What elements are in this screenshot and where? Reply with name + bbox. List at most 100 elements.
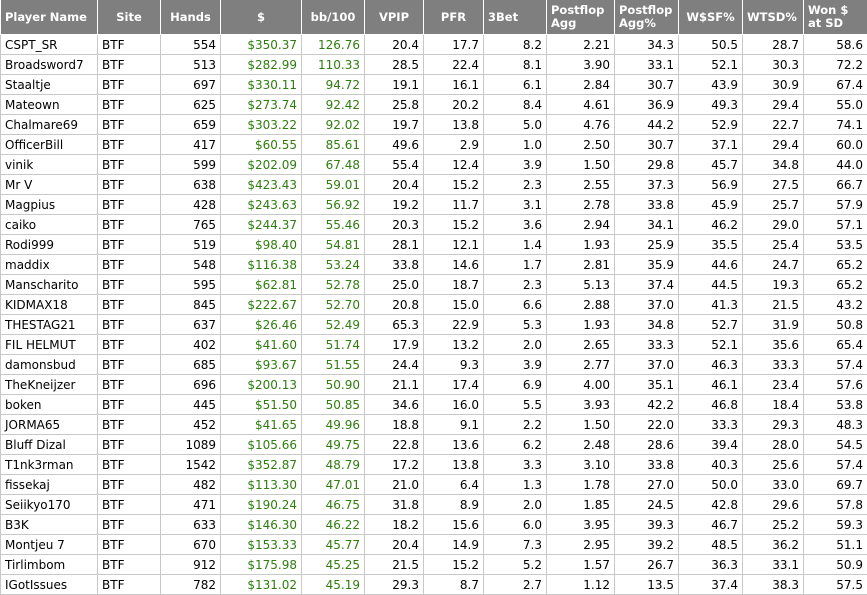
column-header-player[interactable]: Player Name <box>0 0 98 35</box>
column-header-dollars[interactable]: $ <box>220 0 302 35</box>
cell-pf_agg: 2.81 <box>546 254 615 275</box>
cell-wtsd: 35.6 <box>742 334 804 355</box>
column-header-vpip[interactable]: VPIP <box>364 0 424 35</box>
cell-pf_agg: 1.12 <box>546 574 615 595</box>
cell-wsf: 46.7 <box>678 514 743 535</box>
table-row[interactable]: Manscharito BTF 595 $62.81 52.78 25.0 18.7 2.3 5… <box>0 274 867 295</box>
cell-threebet: 1.4 <box>483 234 547 255</box>
cell-pf_aggpct: 24.5 <box>614 494 679 515</box>
table-row[interactable]: KIDMAX18 BTF 845 $222.67 52.70 20.8 15.0 6.6 2.8… <box>0 294 867 315</box>
cell-pf_agg: 2.84 <box>546 74 615 95</box>
table-row[interactable]: Mr V BTF 638 $423.43 59.01 20.4 15.2 2.3 2.55 37.… <box>0 174 867 195</box>
cell-threebet: 3.9 <box>483 154 547 175</box>
cell-vpip: 17.9 <box>364 334 424 355</box>
column-header-wtsd[interactable]: WTSD% <box>742 0 804 35</box>
table-row[interactable]: JORMA65 BTF 452 $41.65 49.96 18.8 9.1 2.2 1.50 22… <box>0 414 867 435</box>
column-header-wsd[interactable]: Won $ at SD <box>803 0 867 35</box>
column-header-site[interactable]: Site <box>97 0 161 35</box>
table-row[interactable]: fissekaj BTF 482 $113.30 47.01 21.0 6.4 1.3 1.78… <box>0 474 867 495</box>
column-header-pf_agg[interactable]: Postflop Agg <box>546 0 615 35</box>
table-row[interactable]: FIL HELMUT BTF 402 $41.60 51.74 17.9 13.2 2.0 2.… <box>0 334 867 355</box>
cell-pf_aggpct: 22.0 <box>614 414 679 435</box>
table-row[interactable]: TheKneijzer BTF 696 $200.13 50.90 21.1 17.4 6.9… <box>0 374 867 395</box>
table-row[interactable]: Montjeu 7 BTF 670 $153.33 45.77 20.4 14.9 7.3 2.… <box>0 534 867 555</box>
cell-pf_aggpct: 37.3 <box>614 174 679 195</box>
table-row[interactable]: Broadsword7 BTF 513 $282.99 110.33 28.5 22.4 8.… <box>0 54 867 75</box>
table-row[interactable]: Staaltje BTF 697 $330.11 94.72 19.1 16.1 6.1 2.8… <box>0 74 867 95</box>
column-header-pf_aggpct[interactable]: Postflop Agg% <box>614 0 679 35</box>
cell-wsd: 59.3 <box>803 514 867 535</box>
cell-threebet: 2.0 <box>483 494 547 515</box>
cell-hands: 912 <box>160 554 221 575</box>
cell-pfr: 15.2 <box>423 554 484 575</box>
table-header: Player Name Site Hands $ bb/100 VPIP PFR 3Bet Po… <box>0 0 867 35</box>
cell-threebet: 2.2 <box>483 414 547 435</box>
cell-pfr: 12.1 <box>423 234 484 255</box>
cell-pf_aggpct: 36.9 <box>614 94 679 115</box>
cell-wsf: 50.0 <box>678 474 743 495</box>
table-row[interactable]: damonsbud BTF 685 $93.67 51.55 24.4 9.3 3.9 2.77… <box>0 354 867 375</box>
table-row[interactable]: B3K BTF 633 $146.30 46.22 18.2 15.6 6.0 3.95 39.3… <box>0 514 867 535</box>
cell-pfr: 15.0 <box>423 294 484 315</box>
cell-pf_aggpct: 44.2 <box>614 114 679 135</box>
cell-site: BTF <box>97 454 161 475</box>
cell-pf_aggpct: 37.0 <box>614 354 679 375</box>
table-row[interactable]: caiko BTF 765 $244.37 55.46 20.3 15.2 3.6 2.94 34… <box>0 214 867 235</box>
cell-hands: 445 <box>160 394 221 415</box>
cell-wtsd: 25.7 <box>742 194 804 215</box>
column-header-hands[interactable]: Hands <box>160 0 221 35</box>
cell-dollars: $352.87 <box>220 454 302 475</box>
cell-dollars: $131.02 <box>220 574 302 595</box>
cell-player: Staaltje <box>0 74 98 95</box>
cell-bb100: 92.42 <box>301 94 365 115</box>
cell-hands: 697 <box>160 74 221 95</box>
cell-pfr: 14.6 <box>423 254 484 275</box>
table-row[interactable]: THESTAG21 BTF 637 $26.46 52.49 65.3 22.9 5.3 1.9… <box>0 314 867 335</box>
cell-wtsd: 29.3 <box>742 414 804 435</box>
cell-dollars: $202.09 <box>220 154 302 175</box>
cell-player: fissekaj <box>0 474 98 495</box>
cell-threebet: 8.1 <box>483 54 547 75</box>
column-header-wsf[interactable]: W$SF% <box>678 0 743 35</box>
table-row[interactable]: OfficerBill BTF 417 $60.55 85.61 49.6 2.9 1.0 2.… <box>0 134 867 155</box>
cell-player: T1nk3rman <box>0 454 98 475</box>
cell-pf_aggpct: 34.1 <box>614 214 679 235</box>
table-row[interactable]: Bluff Dizal BTF 1089 $105.66 49.75 22.8 13.6 6.… <box>0 434 867 455</box>
column-header-threebet[interactable]: 3Bet <box>483 0 547 35</box>
cell-pf_agg: 1.57 <box>546 554 615 575</box>
table-row[interactable]: Tirlimbom BTF 912 $175.98 45.25 21.5 15.2 5.2 1.… <box>0 554 867 575</box>
cell-wsd: 58.6 <box>803 34 867 55</box>
cell-pfr: 14.9 <box>423 534 484 555</box>
cell-hands: 513 <box>160 54 221 75</box>
table-row[interactable]: vinik BTF 599 $202.09 67.48 55.4 12.4 3.9 1.50 29… <box>0 154 867 175</box>
table-row[interactable]: Chalmare69 BTF 659 $303.22 92.02 19.7 13.8 5.0 4… <box>0 114 867 135</box>
table-row[interactable]: Seiikyo170 BTF 471 $190.24 46.75 31.8 8.9 2.0 1.… <box>0 494 867 515</box>
cell-site: BTF <box>97 174 161 195</box>
cell-bb100: 59.01 <box>301 174 365 195</box>
table-row[interactable]: Rodi999 BTF 519 $98.40 54.81 28.1 12.1 1.4 1.93 2… <box>0 234 867 255</box>
cell-player: Seiikyo170 <box>0 494 98 515</box>
table-row[interactable]: T1nk3rman BTF 1542 $352.87 48.79 17.2 13.8 3.3 3… <box>0 454 867 475</box>
cell-hands: 417 <box>160 134 221 155</box>
table-row[interactable]: boken BTF 445 $51.50 50.85 34.6 16.0 5.5 3.93 42.… <box>0 394 867 415</box>
table-row[interactable]: Mateown BTF 625 $273.74 92.42 25.8 20.2 8.4 4.61… <box>0 94 867 115</box>
table-row[interactable]: CSPT_SR BTF 554 $350.37 126.76 20.4 17.7 8.2 2.2… <box>0 34 867 55</box>
cell-dollars: $41.65 <box>220 414 302 435</box>
cell-pfr: 8.9 <box>423 494 484 515</box>
cell-dollars: $153.33 <box>220 534 302 555</box>
cell-hands: 782 <box>160 574 221 595</box>
cell-player: damonsbud <box>0 354 98 375</box>
cell-player: JORMA65 <box>0 414 98 435</box>
cell-pfr: 2.9 <box>423 134 484 155</box>
cell-bb100: 55.46 <box>301 214 365 235</box>
table-row[interactable]: IGotIssues BTF 782 $131.02 45.19 29.3 8.7 2.7 1.… <box>0 574 867 595</box>
cell-pfr: 16.0 <box>423 394 484 415</box>
table-row[interactable]: Magpius BTF 428 $243.63 56.92 19.2 11.7 3.1 2.78… <box>0 194 867 215</box>
cell-pf_aggpct: 37.0 <box>614 294 679 315</box>
cell-wsd: 67.4 <box>803 74 867 95</box>
column-header-pfr[interactable]: PFR <box>423 0 484 35</box>
cell-pf_agg: 2.65 <box>546 334 615 355</box>
table-row[interactable]: maddix BTF 548 $116.38 53.24 33.8 14.6 1.7 2.81 3… <box>0 254 867 275</box>
cell-dollars: $222.67 <box>220 294 302 315</box>
column-header-bb100[interactable]: bb/100 <box>301 0 365 35</box>
